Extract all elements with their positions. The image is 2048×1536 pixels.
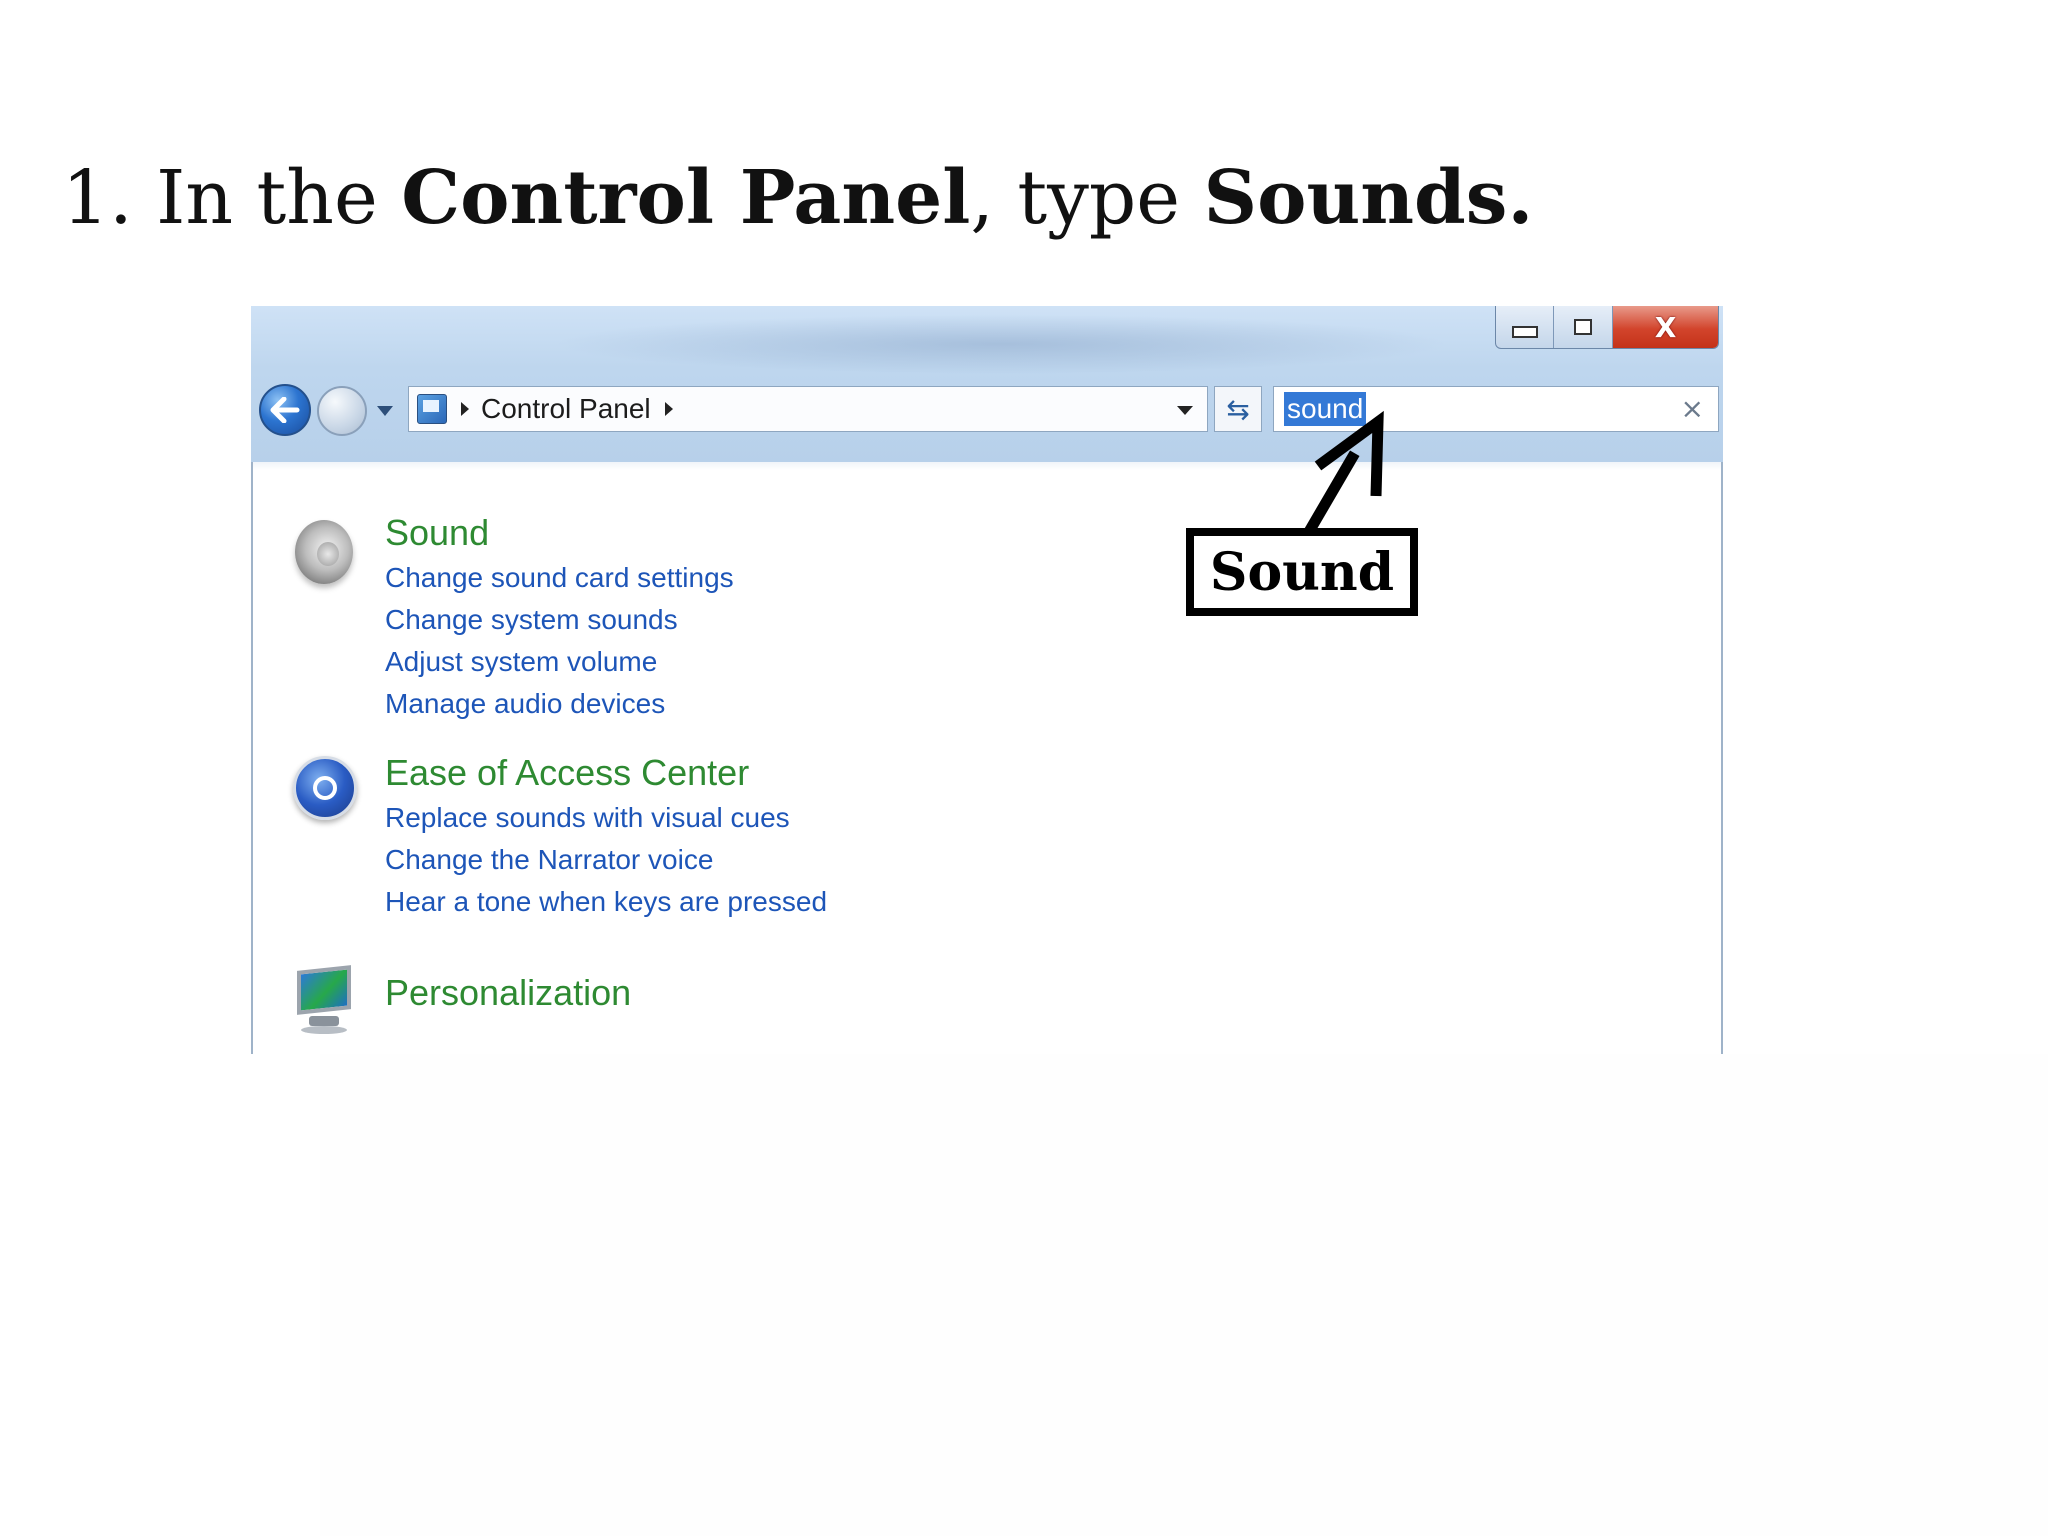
step-number: 1. — [62, 155, 133, 241]
back-button[interactable] — [259, 384, 311, 436]
content-top-edge — [251, 462, 1723, 470]
link-hear-tone-keys-pressed[interactable]: Hear a tone when keys are pressed — [385, 886, 827, 918]
result-title-sound[interactable]: Sound — [385, 512, 489, 554]
slide-heading: 1. In the Control Panel, type Sounds. — [62, 148, 1533, 248]
heading-bold-control-panel: Control Panel — [401, 155, 971, 241]
speaker-icon — [291, 514, 357, 588]
monitor-icon — [291, 965, 357, 1040]
content-border — [251, 462, 253, 1054]
breadcrumb-control-panel[interactable]: Control Panel — [481, 393, 651, 425]
forward-button[interactable] — [317, 386, 367, 436]
heading-text-1: In the — [156, 155, 378, 241]
close-button[interactable]: X — [1612, 306, 1718, 348]
minimize-button[interactable] — [1496, 306, 1555, 348]
blurred-toolbar — [551, 314, 1451, 374]
address-bar[interactable]: Control Panel — [408, 386, 1208, 432]
ease-of-access-icon — [291, 752, 357, 826]
result-title-personalization[interactable]: Personalization — [385, 972, 631, 1014]
close-icon: X — [1654, 310, 1677, 344]
breadcrumb-chevron-icon[interactable] — [664, 402, 673, 416]
breadcrumb-chevron-icon[interactable] — [461, 402, 469, 416]
minimize-icon — [1511, 326, 1538, 338]
control-panel-icon — [417, 394, 447, 424]
callout-arrow-icon — [1302, 410, 1384, 532]
maximize-icon — [1574, 319, 1593, 335]
control-panel-window: X Control Panel ⇆ sound × Sound Change s… — [251, 306, 1723, 1054]
window-chrome: X Control Panel ⇆ sound × — [251, 306, 1723, 463]
address-dropdown-icon[interactable] — [1177, 406, 1193, 415]
refresh-button[interactable]: ⇆ — [1214, 386, 1262, 432]
heading-bold-sounds: Sounds. — [1203, 155, 1534, 241]
link-change-system-sounds[interactable]: Change system sounds — [385, 604, 678, 636]
link-adjust-system-volume[interactable]: Adjust system volume — [385, 646, 657, 678]
content-border — [1721, 462, 1723, 1054]
link-manage-audio-devices[interactable]: Manage audio devices — [385, 688, 665, 720]
heading-text-2: , type — [970, 155, 1181, 241]
result-title-ease-of-access[interactable]: Ease of Access Center — [385, 752, 749, 794]
link-change-sound-card-settings[interactable]: Change sound card settings — [385, 562, 734, 594]
refresh-icon: ⇆ — [1226, 392, 1250, 426]
clear-search-icon[interactable]: × — [1681, 392, 1704, 425]
window-controls: X — [1495, 306, 1719, 349]
history-dropdown-icon[interactable] — [377, 406, 393, 416]
maximize-button[interactable] — [1554, 306, 1613, 348]
callout-label: Sound — [1209, 541, 1395, 603]
back-arrow-icon — [270, 397, 300, 423]
link-change-narrator-voice[interactable]: Change the Narrator voice — [385, 844, 713, 876]
link-replace-sounds-visual-cues[interactable]: Replace sounds with visual cues — [385, 802, 790, 834]
blank-area — [320, 1054, 2048, 1536]
callout-box: Sound — [1186, 528, 1418, 616]
